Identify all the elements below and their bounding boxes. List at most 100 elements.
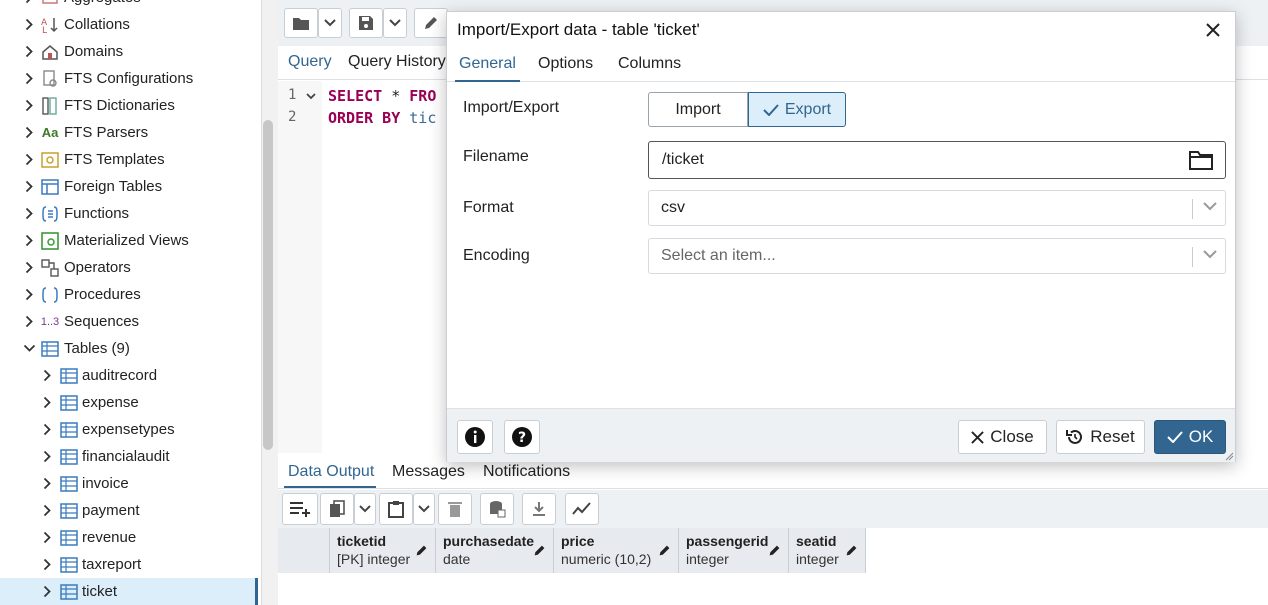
help-button[interactable]: ? [504, 420, 540, 454]
column-header[interactable]: price numeric (10,2) [554, 528, 679, 573]
sidebar-item-procedures[interactable]: Procedures [0, 281, 258, 308]
save-data-button[interactable] [480, 493, 514, 525]
column-header[interactable]: purchasedate date [436, 528, 554, 573]
chevron-right-icon[interactable] [40, 585, 54, 599]
line-number: 2 [288, 109, 297, 125]
column-header[interactable]: passengerid integer [679, 528, 789, 573]
sidebar-scrollbar-thumb[interactable] [263, 120, 273, 450]
copy-button[interactable] [320, 493, 354, 525]
chevron-right-icon[interactable] [40, 504, 54, 518]
open-file-button[interactable] [284, 8, 318, 38]
tab-notifications[interactable]: Notifications [483, 463, 570, 481]
sidebar-item-sequences[interactable]: 1..3 Sequences [0, 308, 258, 335]
pencil-icon[interactable] [845, 544, 858, 557]
chevron-right-icon[interactable] [22, 126, 36, 140]
sidebar-item-collations[interactable]: A L Collations [0, 11, 258, 38]
sidebar-item-tables[interactable]: Tables (9) [0, 335, 258, 362]
sidebar-item-fts-configurations[interactable]: FTS Configurations [0, 65, 258, 92]
tab-data-output[interactable]: Data Output [288, 463, 374, 481]
chevron-right-icon[interactable] [22, 234, 36, 248]
pencil-icon[interactable] [533, 544, 546, 557]
edit-button[interactable] [414, 8, 448, 38]
chevron-right-icon[interactable] [40, 396, 54, 410]
table-item-expense[interactable]: expense [0, 389, 258, 416]
sidebar-item-materialized-views[interactable]: Materialized Views [0, 227, 258, 254]
chevron-right-icon[interactable] [22, 180, 36, 194]
column-header[interactable]: seatid integer [789, 528, 866, 573]
resize-handle-icon[interactable] [1225, 452, 1234, 461]
encoding-placeholder: Select an item... [661, 247, 776, 264]
chevron-right-icon[interactable] [40, 423, 54, 437]
paste-button[interactable] [379, 493, 413, 525]
format-select[interactable]: csv [648, 190, 1226, 226]
tab-query[interactable]: Query [288, 53, 332, 71]
chevron-right-icon[interactable] [22, 72, 36, 86]
import-toggle-button[interactable]: Import [648, 92, 748, 127]
folder-icon[interactable] [1189, 150, 1213, 170]
info-button[interactable] [457, 420, 493, 454]
sidebar-item-aggregates[interactable]: Aggregates [0, 0, 258, 11]
table-item-revenue[interactable]: revenue [0, 524, 258, 551]
chevron-right-icon[interactable] [22, 315, 36, 329]
procedure-icon [41, 286, 59, 304]
filename-input[interactable]: /ticket [648, 141, 1226, 179]
chevron-right-icon[interactable] [22, 99, 36, 113]
sidebar-item-domains[interactable]: Domains [0, 38, 258, 65]
sidebar-item-fts-templates[interactable]: FTS Templates [0, 146, 258, 173]
tab-options[interactable]: Options [538, 55, 593, 73]
add-row-button[interactable] [282, 493, 318, 525]
chevron-right-icon[interactable] [40, 558, 54, 572]
table-item-financialaudit[interactable]: financialaudit [0, 443, 258, 470]
save-file-button[interactable] [349, 8, 383, 38]
table-item-expensetypes[interactable]: expensetypes [0, 416, 258, 443]
table-item-auditrecord[interactable]: auditrecord [0, 362, 258, 389]
close-button[interactable]: Close [958, 420, 1047, 454]
pencil-icon[interactable] [768, 544, 781, 557]
chevron-right-icon[interactable] [22, 18, 36, 32]
pencil-icon[interactable] [658, 544, 671, 557]
table-item-invoice[interactable]: invoice [0, 470, 258, 497]
graph-visualiser-button[interactable] [565, 493, 599, 525]
chevron-right-icon[interactable] [40, 450, 54, 464]
ok-button[interactable]: OK [1154, 420, 1226, 454]
sidebar-item-operators[interactable]: Operators [0, 254, 258, 281]
delete-button[interactable] [438, 493, 472, 525]
chevron-right-icon[interactable] [40, 531, 54, 545]
chevron-right-icon[interactable] [22, 0, 36, 5]
chevron-right-icon[interactable] [22, 45, 36, 59]
column-header[interactable]: ticketid [PK] integer [330, 528, 436, 573]
chevron-right-icon[interactable] [40, 369, 54, 383]
paste-dropdown-button[interactable] [413, 493, 435, 525]
open-file-dropdown-button[interactable] [318, 8, 342, 38]
pencil-icon[interactable] [415, 544, 428, 557]
download-button[interactable] [522, 493, 556, 525]
table-item-payment[interactable]: payment [0, 497, 258, 524]
reset-icon [1066, 429, 1083, 444]
tab-columns[interactable]: Columns [618, 55, 681, 73]
tab-query-history[interactable]: Query History [348, 53, 446, 71]
chevron-right-icon[interactable] [22, 153, 36, 167]
chevron-right-icon[interactable] [22, 261, 36, 275]
import-export-toggle: Import Export [648, 92, 846, 127]
export-toggle-button[interactable]: Export [748, 92, 846, 127]
save-dropdown-button[interactable] [383, 8, 407, 38]
sidebar-item-fts-dictionaries[interactable]: FTS Dictionaries [0, 92, 258, 119]
encoding-select[interactable]: Select an item... [648, 238, 1226, 274]
svg-text:?: ? [518, 430, 526, 446]
dialog-close-button[interactable] [1203, 20, 1223, 40]
sidebar-item-fts-parsers[interactable]: Aa FTS Parsers [0, 119, 258, 146]
sidebar-item-foreign-tables[interactable]: Foreign Tables [0, 173, 258, 200]
table-item-ticket[interactable]: ticket [0, 578, 258, 605]
chevron-right-icon[interactable] [22, 207, 36, 221]
table-item-taxreport[interactable]: taxreport [0, 551, 258, 578]
chevron-down-icon[interactable] [22, 342, 36, 356]
chevron-right-icon[interactable] [22, 288, 36, 302]
tab-general[interactable]: General [455, 55, 520, 82]
copy-dropdown-button[interactable] [354, 493, 376, 525]
fold-chevron-icon[interactable] [306, 93, 316, 100]
tab-messages[interactable]: Messages [392, 463, 465, 481]
chevron-right-icon[interactable] [40, 477, 54, 491]
reset-button[interactable]: Reset [1056, 420, 1145, 454]
sidebar-item-functions[interactable]: Functions [0, 200, 258, 227]
sql-keyword: FRO [409, 87, 437, 105]
